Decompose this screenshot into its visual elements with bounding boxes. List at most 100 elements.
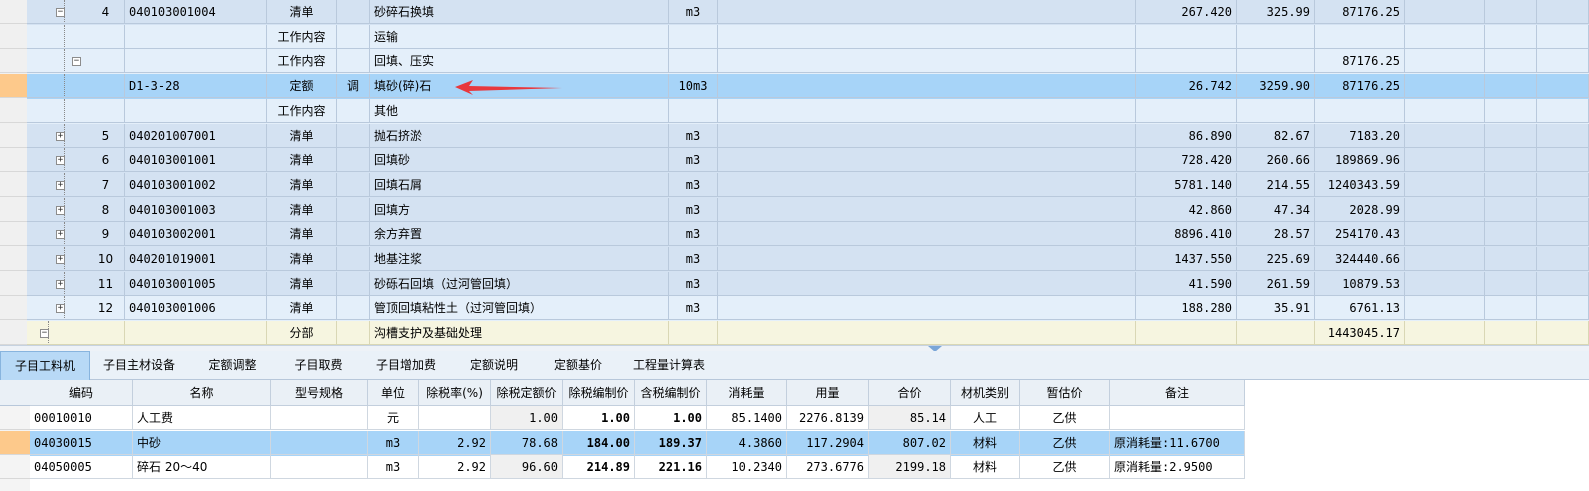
empty-cell[interactable] (1485, 321, 1537, 345)
unit-cell[interactable]: m3 (669, 0, 718, 24)
unit-price-cell[interactable] (1237, 49, 1315, 74)
empty-cell[interactable] (1537, 321, 1589, 345)
tab-7[interactable]: 工程量计算表 (620, 351, 718, 380)
consume-cell[interactable]: 85.1400 (707, 406, 787, 430)
empty-cell[interactable] (1405, 123, 1485, 148)
name-cell[interactable]: 管顶回填粘性土（过河管回填） (370, 296, 669, 321)
usage-cell[interactable]: 117.2904 (787, 430, 869, 455)
empty-cell[interactable] (1485, 49, 1537, 74)
column-header-cat[interactable]: 材机类别 (951, 380, 1020, 406)
name-cell[interactable]: 余方弃置 (370, 222, 669, 247)
empty-cell[interactable] (1485, 148, 1537, 173)
code-cell[interactable] (125, 98, 267, 123)
unit-cell[interactable] (669, 49, 718, 74)
empty-cell[interactable] (1485, 222, 1537, 247)
quantity-cell[interactable]: 26.742 (1136, 74, 1237, 99)
type-cell[interactable]: 清单 (267, 123, 337, 148)
table-row[interactable]: +5 040201007001 清单 抛石挤淤 m3 86.890 82.67 7183.20 (27, 123, 1589, 149)
column-header-base[interactable]: 除税定额价 (491, 380, 563, 406)
total-cell[interactable]: 87176.25 (1315, 0, 1405, 24)
column-header-unit[interactable]: 单位 (368, 380, 419, 406)
empty-cell[interactable] (718, 0, 1136, 24)
total-cell[interactable]: 254170.43 (1315, 222, 1405, 247)
rate-cell[interactable]: 2.92 (419, 455, 491, 479)
row-marker[interactable] (0, 99, 27, 123)
unit-cell[interactable]: m3 (669, 296, 718, 321)
cat-cell[interactable]: 人工 (951, 406, 1020, 430)
adjust-flag-cell[interactable] (337, 123, 370, 148)
expand-icon[interactable]: + (56, 205, 65, 215)
quantity-cell[interactable] (1136, 24, 1237, 49)
code-cell[interactable]: 04050005 (30, 455, 133, 479)
expand-icon[interactable]: + (56, 180, 65, 190)
quantity-cell[interactable]: 42.860 (1136, 197, 1237, 222)
consume-cell[interactable]: 4.3860 (707, 430, 787, 455)
unit-cell[interactable]: m3 (669, 197, 718, 222)
name-cell[interactable]: 回填、压实 (370, 49, 669, 74)
seq-cell[interactable]: 12 (87, 296, 125, 321)
base-cell[interactable]: 96.60 (491, 455, 563, 479)
usage-cell[interactable]: 273.6776 (787, 455, 869, 479)
total-cell[interactable]: 6761.13 (1315, 296, 1405, 321)
quantity-cell[interactable]: 5781.140 (1136, 172, 1237, 197)
column-header-price[interactable]: 除税编制价 (563, 380, 635, 406)
unit-price-cell[interactable] (1237, 98, 1315, 123)
rate-cell[interactable]: 2.92 (419, 430, 491, 455)
type-cell[interactable]: 清单 (267, 197, 337, 222)
table-row[interactable]: 工作内容 其他 (27, 98, 1589, 124)
code-cell[interactable]: 04030015 (30, 430, 133, 455)
empty-cell[interactable] (718, 24, 1136, 49)
unit-cell[interactable] (669, 321, 718, 345)
empty-cell[interactable] (1537, 271, 1589, 296)
name-cell[interactable]: 运输 (370, 24, 669, 49)
empty-cell[interactable] (1537, 247, 1589, 271)
column-header-total[interactable]: 合价 (869, 380, 951, 406)
type-cell[interactable]: 清单 (267, 0, 337, 24)
column-header-rate[interactable]: 除税率(%) (419, 380, 491, 406)
unit-cell[interactable]: 元 (368, 406, 419, 430)
tab-5[interactable]: 定额说明 (452, 351, 536, 380)
table-row[interactable]: +10 040201019001 清单 地基注浆 m3 1437.550 225.69 324… (27, 247, 1589, 272)
name-cell[interactable]: 沟槽支护及基础处理 (370, 321, 669, 345)
type-cell[interactable]: 清单 (267, 222, 337, 247)
unit-cell[interactable]: 10m3 (669, 74, 718, 99)
seq-cell[interactable]: 5 (87, 123, 125, 148)
empty-cell[interactable] (1405, 148, 1485, 173)
table-row[interactable]: 00010010 人工费元 1.00 1.00 1.00 85.1400 2276.8139… (30, 406, 1245, 431)
row-marker[interactable] (0, 222, 27, 247)
table-row[interactable]: D1-3-28 定额调填砂(碎)石 10m3 26.742 3259.90 87176.2… (27, 74, 1589, 100)
empty-cell[interactable] (1485, 98, 1537, 123)
row-marker[interactable] (0, 0, 27, 24)
empty-cell[interactable] (718, 222, 1136, 247)
total-cell[interactable]: 189869.96 (1315, 148, 1405, 173)
unit-price-cell[interactable]: 82.67 (1237, 123, 1315, 148)
column-header-code[interactable]: 编码 (30, 380, 133, 406)
table-row[interactable]: − 分部 沟槽支护及基础处理 1443045.17 (27, 321, 1589, 345)
column-header-name[interactable]: 名称 (133, 380, 271, 406)
note-cell[interactable]: 原消耗量:11.6700 (1110, 430, 1245, 455)
code-cell[interactable]: 040201007001 (125, 123, 267, 148)
code-cell[interactable]: 040103001005 (125, 271, 267, 296)
name-cell[interactable]: 碎石 20～40 (133, 455, 271, 479)
code-cell[interactable]: 040201019001 (125, 247, 267, 271)
collapse-icon[interactable]: − (40, 329, 49, 339)
adjust-flag-cell[interactable] (337, 172, 370, 197)
empty-cell[interactable] (1485, 74, 1537, 99)
empty-cell[interactable] (1485, 0, 1537, 24)
row-marker[interactable] (0, 321, 27, 345)
empty-cell[interactable] (1485, 172, 1537, 197)
unit-price-cell[interactable]: 260.66 (1237, 148, 1315, 173)
adjust-flag-cell[interactable] (337, 271, 370, 296)
empty-cell[interactable] (718, 296, 1136, 321)
empty-cell[interactable] (1405, 296, 1485, 321)
row-marker[interactable] (0, 25, 27, 49)
unit-cell[interactable]: m3 (669, 271, 718, 296)
type-cell[interactable]: 定额 (267, 74, 337, 99)
unit-cell[interactable]: m3 (368, 455, 419, 479)
est-cell[interactable]: 乙供 (1020, 406, 1110, 430)
adjust-flag-cell[interactable] (337, 148, 370, 173)
row-marker[interactable] (0, 272, 27, 296)
total-cell[interactable]: 2028.99 (1315, 197, 1405, 222)
empty-cell[interactable] (1485, 296, 1537, 321)
adjust-flag-cell[interactable]: 调 (337, 74, 370, 99)
